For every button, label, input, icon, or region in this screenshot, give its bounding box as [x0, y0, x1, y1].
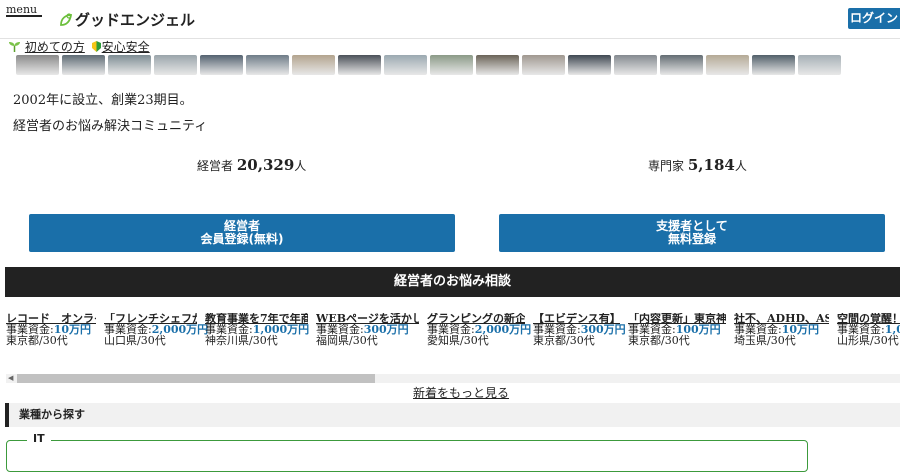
- experts-count: 5,184: [687, 156, 735, 174]
- member-avatar: [384, 55, 427, 75]
- scrollbar-thumb[interactable]: [17, 374, 375, 383]
- post-location-age: 福岡県/30代: [316, 334, 378, 347]
- post-location-age: 神奈川県/30代: [205, 334, 278, 347]
- community-tagline: 経営者のお悩み解決コミュニティ: [13, 119, 208, 134]
- consultation-post[interactable]: 教育事業を7年で年商1 事業資金:1,000万円 神奈川県/30代: [205, 313, 309, 347]
- member-avatar: [16, 55, 59, 75]
- member-avatar: [200, 55, 243, 75]
- member-avatar: [614, 55, 657, 75]
- site-logo[interactable]: グッドエンジェル: [58, 9, 195, 30]
- owners-count-stat: 経営者 20,329人: [197, 156, 306, 174]
- supporter-register-button[interactable]: 支援者として 無料登録: [499, 214, 885, 252]
- member-avatar: [568, 55, 611, 75]
- post-location-age: 山形県/30代: [837, 334, 899, 347]
- safety-link[interactable]: 安心安全: [102, 40, 150, 54]
- owners-label: 経営者: [197, 159, 234, 173]
- consultation-section-header: 経営者のお悩み相談: [5, 267, 900, 297]
- first-time-link[interactable]: 初めての方: [25, 40, 85, 54]
- member-avatar-strip: [16, 55, 841, 75]
- experts-unit: 人: [734, 159, 747, 173]
- owners-unit: 人: [294, 159, 307, 173]
- post-location-age: 東京都/30代: [6, 334, 68, 347]
- consultation-post[interactable]: レコード オンライン事業資金:10万円東京都/30代: [6, 313, 96, 346]
- site-header: menu グッドエンジェル ログイン: [0, 0, 900, 39]
- member-avatar: [522, 55, 565, 75]
- consultation-post[interactable]: 社不、ADHD、ASD、鬱事業資金:10万円埼玉県/30代: [734, 313, 829, 346]
- owners-count: 20,329: [236, 156, 295, 174]
- member-avatar: [430, 55, 473, 75]
- scroll-left-arrow-icon[interactable]: ◀: [8, 374, 13, 383]
- post-location-age: 東京都/30代: [533, 334, 595, 347]
- owner-register-button[interactable]: 経営者 会員登録(無料): [29, 214, 455, 252]
- member-avatar: [338, 55, 381, 75]
- member-avatar: [798, 55, 841, 75]
- it-category-box: IT: [6, 432, 808, 472]
- beginner-mark-icon: [91, 41, 101, 52]
- member-avatar: [108, 55, 151, 75]
- founding-tagline: 2002年に設立、創業23期目。: [13, 93, 193, 108]
- member-avatar: [246, 55, 289, 75]
- it-category-legend: IT: [27, 432, 51, 445]
- member-avatar: [154, 55, 197, 75]
- member-avatar: [62, 55, 105, 75]
- post-location-age: 埼玉県/30代: [734, 334, 796, 347]
- consultation-post[interactable]: WEBページを活かして事業資金:300万円福岡県/30代: [316, 313, 419, 346]
- supporter-register-line2: 無料登録: [667, 232, 716, 246]
- industry-section-header: 業種から探す: [5, 403, 900, 427]
- member-avatar: [706, 55, 749, 75]
- post-location-age: 東京都/30代: [628, 334, 690, 347]
- angel-leaf-icon: [60, 13, 73, 26]
- horizontal-scrollbar[interactable]: ◀: [6, 374, 900, 383]
- consultation-post[interactable]: 空間の覚醒！-収事業資金:1,000山形県/30代: [837, 313, 900, 346]
- experts-count-stat: 専門家 5,184人: [648, 156, 747, 174]
- consultation-post[interactable]: 「内容更新」東京神保事業資金:100万円東京都/30代: [628, 313, 726, 346]
- logo-text: グッドエンジェル: [75, 11, 196, 29]
- consultation-post[interactable]: グランピングの新企画事業資金:2,000万円愛知県/30代: [427, 313, 531, 347]
- post-location-age: 愛知県/30代: [427, 334, 489, 347]
- consultation-post[interactable]: 【エビデンス有】トレ事業資金:300万円東京都/30代: [533, 313, 626, 347]
- member-avatar: [660, 55, 703, 75]
- owner-register-line2: 会員登録(無料): [200, 232, 284, 246]
- experts-label: 専門家: [648, 159, 685, 173]
- more-new-posts-link[interactable]: 新着をもっと見る: [413, 384, 509, 401]
- menu-button[interactable]: menu: [6, 4, 42, 17]
- guide-links: 初めての方 安心安全: [8, 38, 152, 55]
- member-avatar: [476, 55, 519, 75]
- member-avatar: [292, 55, 335, 75]
- consultation-post-list: レコード オンライン事業資金:10万円東京都/30代「フレンチシェフが受事業資金…: [6, 313, 900, 349]
- login-button[interactable]: ログイン: [848, 8, 900, 29]
- consultation-post[interactable]: 「フレンチシェフが受事業資金:2,000万円山口県/30代: [104, 313, 208, 347]
- sprout-icon: [9, 42, 20, 52]
- post-location-age: 山口県/30代: [104, 334, 166, 347]
- member-avatar: [752, 55, 795, 75]
